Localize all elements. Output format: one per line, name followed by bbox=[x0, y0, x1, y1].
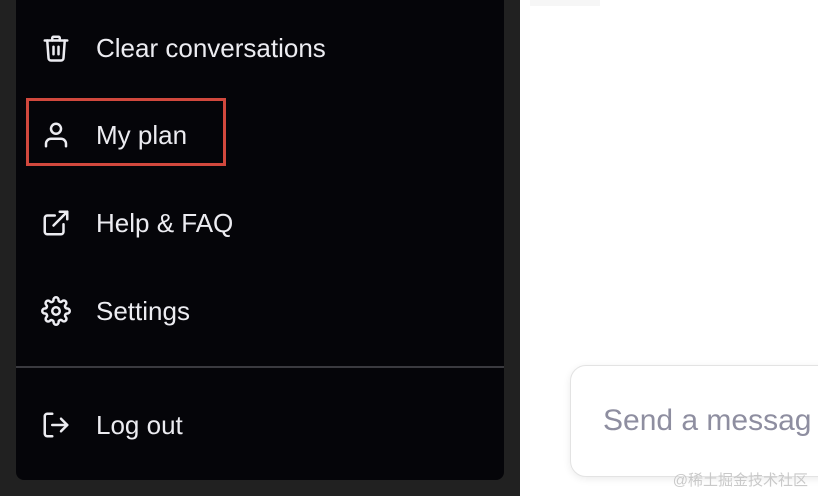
gear-icon bbox=[40, 295, 72, 327]
menu-item-label: Help & FAQ bbox=[96, 207, 234, 238]
watermark: @稀土掘金技术社区 bbox=[672, 472, 808, 489]
trash-icon bbox=[40, 32, 72, 64]
external-link-icon bbox=[40, 207, 72, 239]
menu-item-label: Clear conversations bbox=[96, 32, 326, 63]
menu-item-label: Log out bbox=[96, 409, 183, 440]
message-composer bbox=[570, 365, 818, 477]
menu-item-label: Settings bbox=[96, 295, 190, 326]
account-menu: Clear conversations My plan Help & FAQ S… bbox=[16, 0, 504, 480]
menu-item-settings[interactable]: Settings bbox=[40, 283, 190, 339]
menu-divider bbox=[16, 366, 504, 368]
user-icon bbox=[40, 119, 72, 151]
content-top-edge bbox=[530, 0, 600, 6]
message-input[interactable] bbox=[603, 404, 818, 438]
menu-item-clear-conversations[interactable]: Clear conversations bbox=[40, 20, 326, 76]
menu-item-help-faq[interactable]: Help & FAQ bbox=[40, 195, 233, 251]
logout-icon bbox=[40, 409, 72, 441]
menu-item-label: My plan bbox=[96, 119, 188, 150]
menu-item-my-plan[interactable]: My plan bbox=[40, 107, 187, 163]
menu-item-log-out[interactable]: Log out bbox=[40, 397, 183, 453]
